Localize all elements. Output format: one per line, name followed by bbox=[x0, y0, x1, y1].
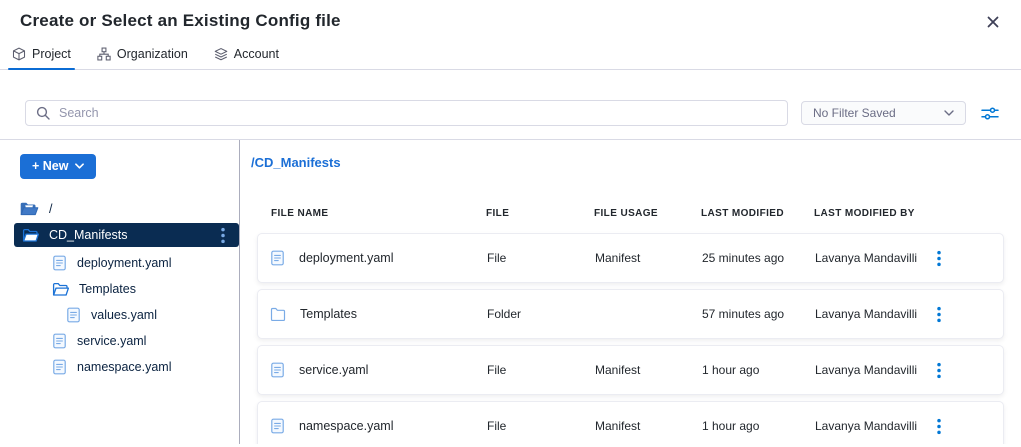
kebab-menu-icon[interactable] bbox=[217, 225, 229, 246]
last-modified-cell: 1 hour ago bbox=[702, 419, 815, 433]
search-box bbox=[25, 100, 788, 126]
file-type-icon bbox=[270, 307, 286, 321]
files-panel: /CD_Manifests FILE NAMEFILEFILE USAGELAS… bbox=[240, 140, 1021, 444]
chevron-down-icon bbox=[75, 163, 84, 169]
tree-item-label: service.yaml bbox=[77, 334, 146, 348]
tab-icon bbox=[12, 47, 26, 61]
new-button[interactable]: + New bbox=[20, 154, 96, 179]
tree-item-label: namespace.yaml bbox=[77, 360, 172, 374]
file-row[interactable]: deployment.yaml File Manifest 25 minutes… bbox=[257, 233, 1004, 283]
modal-header: Create or Select an Existing Config file bbox=[0, 0, 1021, 33]
tree-item[interactable]: CD_Manifests bbox=[14, 223, 239, 247]
tree-item-label: values.yaml bbox=[91, 308, 157, 322]
file-name-cell: Templates bbox=[270, 307, 487, 321]
file-type-icon bbox=[270, 250, 285, 266]
kebab-menu-icon[interactable] bbox=[931, 303, 947, 326]
file-row[interactable]: namespace.yaml File Manifest 1 hour ago … bbox=[257, 401, 1004, 444]
content-area: + New / CD_Manifests deployment.yaml bbox=[0, 140, 1021, 444]
file-usage-cell: Manifest bbox=[595, 419, 702, 433]
tab-label: Project bbox=[32, 47, 71, 61]
file-name: namespace.yaml bbox=[299, 419, 394, 433]
tree-item-icon bbox=[66, 307, 81, 323]
file-name-cell: service.yaml bbox=[270, 362, 487, 378]
last-modified-by-cell: Lavanya Mandavilli bbox=[815, 419, 931, 433]
last-modified-cell: 57 minutes ago bbox=[702, 307, 815, 321]
file-usage-cell: Manifest bbox=[595, 363, 702, 377]
files-table: deployment.yaml File Manifest 25 minutes… bbox=[257, 233, 1004, 444]
tree-item-icon bbox=[52, 333, 67, 349]
saved-filter-dropdown[interactable]: No Filter Saved bbox=[801, 101, 966, 125]
last-modified-cell: 1 hour ago bbox=[702, 363, 815, 377]
file-kind-cell: File bbox=[487, 363, 595, 377]
kebab-menu-icon[interactable] bbox=[931, 247, 947, 270]
file-kind-cell: File bbox=[487, 251, 595, 265]
tree-item[interactable]: deployment.yaml bbox=[0, 250, 239, 276]
tree-item[interactable]: service.yaml bbox=[0, 328, 239, 354]
tree-item-icon bbox=[22, 228, 39, 243]
last-modified-by-cell: Lavanya Mandavilli bbox=[815, 307, 931, 321]
tree-item-icon bbox=[20, 202, 39, 217]
modal-title: Create or Select an Existing Config file bbox=[20, 11, 341, 31]
file-name: Templates bbox=[300, 307, 357, 321]
column-header: LAST MODIFIED BY bbox=[814, 208, 930, 219]
file-row[interactable]: Templates Folder 57 minutes ago Lavanya … bbox=[257, 289, 1004, 339]
chevron-down-icon bbox=[944, 110, 954, 116]
file-name-cell: namespace.yaml bbox=[270, 418, 487, 434]
kebab-menu-icon[interactable] bbox=[931, 415, 947, 438]
file-type-icon bbox=[270, 362, 285, 378]
tab-label: Account bbox=[234, 47, 279, 61]
tab-label: Organization bbox=[117, 47, 188, 61]
column-header: LAST MODIFIED bbox=[701, 208, 814, 219]
tab[interactable]: Organization bbox=[93, 42, 192, 69]
file-name-cell: deployment.yaml bbox=[270, 250, 487, 266]
close-icon[interactable] bbox=[981, 11, 1005, 33]
tab[interactable]: Account bbox=[210, 42, 283, 69]
new-button-label: + New bbox=[32, 159, 68, 173]
last-modified-cell: 25 minutes ago bbox=[702, 251, 815, 265]
file-kind-cell: File bbox=[487, 419, 595, 433]
tree-item-label: / bbox=[49, 202, 52, 216]
tree-item[interactable]: namespace.yaml bbox=[0, 354, 239, 380]
search-icon bbox=[36, 106, 50, 120]
tab[interactable]: Project bbox=[8, 42, 75, 69]
tree-item-icon bbox=[52, 282, 69, 297]
files-table-header: FILE NAMEFILEFILE USAGELAST MODIFIEDLAST… bbox=[257, 208, 1004, 219]
file-tree-sidebar: + New / CD_Manifests deployment.yaml bbox=[0, 140, 240, 444]
scope-tabs: Project Organization Account bbox=[0, 42, 1021, 70]
file-kind-cell: Folder bbox=[487, 307, 595, 321]
tree-item[interactable]: / bbox=[0, 196, 239, 222]
last-modified-by-cell: Lavanya Mandavilli bbox=[815, 363, 931, 377]
tab-icon bbox=[214, 47, 228, 61]
file-tree: / CD_Manifests deployment.yaml Templates bbox=[0, 196, 239, 380]
file-name: deployment.yaml bbox=[299, 251, 394, 265]
tree-item[interactable]: Templates bbox=[0, 276, 239, 302]
file-name: service.yaml bbox=[299, 363, 368, 377]
config-file-modal: Create or Select an Existing Config file… bbox=[0, 0, 1021, 447]
toolbar: No Filter Saved bbox=[0, 70, 1021, 140]
column-header: FILE USAGE bbox=[594, 208, 701, 219]
breadcrumb[interactable]: /CD_Manifests bbox=[251, 155, 1021, 170]
tree-item-label: Templates bbox=[79, 282, 136, 296]
tree-item[interactable]: values.yaml bbox=[0, 302, 239, 328]
saved-filter-value: No Filter Saved bbox=[813, 106, 896, 120]
tree-item-label: CD_Manifests bbox=[49, 228, 128, 242]
file-type-icon bbox=[270, 418, 285, 434]
search-input[interactable] bbox=[59, 106, 777, 120]
file-usage-cell: Manifest bbox=[595, 251, 702, 265]
file-row[interactable]: service.yaml File Manifest 1 hour ago La… bbox=[257, 345, 1004, 395]
last-modified-by-cell: Lavanya Mandavilli bbox=[815, 251, 931, 265]
tab-icon bbox=[97, 47, 111, 61]
filter-sliders-icon[interactable] bbox=[979, 104, 1001, 123]
column-header: FILE NAME bbox=[271, 208, 486, 219]
tree-item-icon bbox=[52, 359, 67, 375]
tree-item-icon bbox=[52, 255, 67, 271]
kebab-menu-icon[interactable] bbox=[931, 359, 947, 382]
tree-item-label: deployment.yaml bbox=[77, 256, 172, 270]
column-header: FILE bbox=[486, 208, 594, 219]
